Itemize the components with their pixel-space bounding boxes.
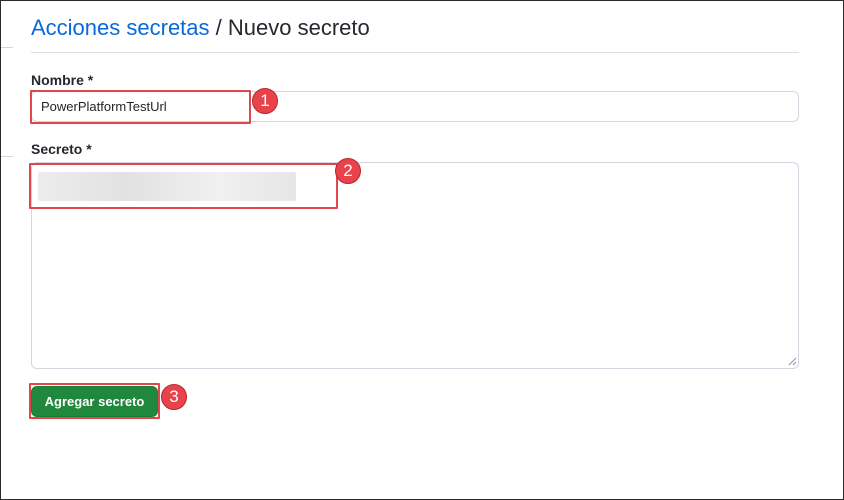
left-edge-divider [1,47,13,48]
redacted-secret-value [38,172,296,201]
breadcrumb: Acciones secretas / Nuevo secreto [31,13,370,43]
header-divider [31,52,799,53]
breadcrumb-link-secret-actions[interactable]: Acciones secretas [31,15,210,40]
add-secret-button[interactable]: Agregar secreto [31,386,158,417]
secret-label: Secreto * [31,141,92,157]
page-frame: Acciones secretas / Nuevo secreto Nombre… [0,0,844,500]
left-edge-divider [1,156,13,157]
callout-badge: 3 [161,384,187,410]
breadcrumb-separator: / [215,15,222,40]
name-input[interactable]: PowerPlatformTestUrl [31,91,799,122]
page-title: Nuevo secreto [227,15,370,40]
callout-badge: 1 [252,88,278,114]
name-label: Nombre * [31,72,94,88]
callout-badge: 2 [335,158,361,184]
resize-grip-icon[interactable] [787,356,797,366]
